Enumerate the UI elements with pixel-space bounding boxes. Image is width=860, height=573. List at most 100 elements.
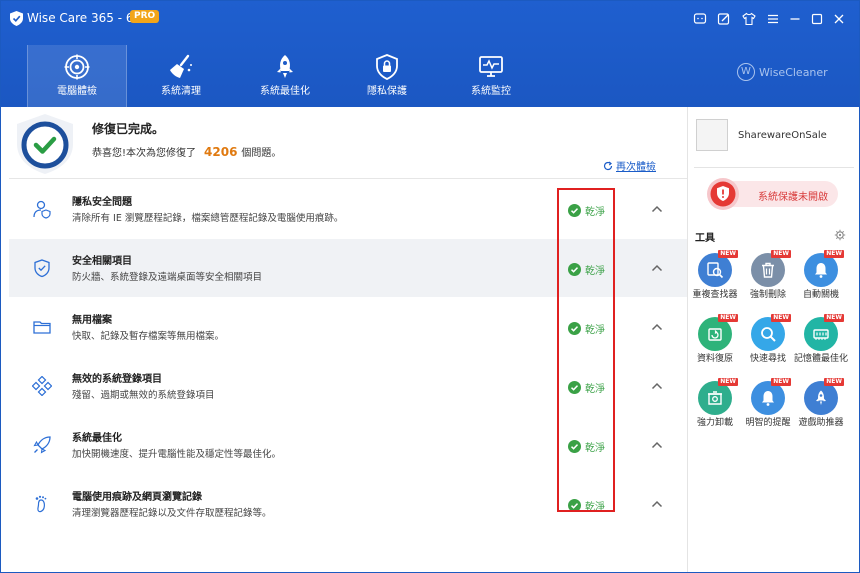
tab-privacy-protector[interactable]: 隱私保護 <box>337 45 437 107</box>
tool-label: 遊戲助推器 <box>798 418 844 428</box>
check-circle-icon <box>568 322 581 335</box>
tools-heading: 工具 <box>695 233 715 244</box>
protection-status-label: 系統保護未開啟 <box>758 192 828 203</box>
check-circle-icon <box>568 499 581 512</box>
tool-icon-circle: NEW <box>698 378 738 415</box>
duplicate-search-icon <box>707 262 724 279</box>
new-badge: NEW <box>771 314 791 322</box>
tool-wise-reminder[interactable]: NEW 明智的提醒 <box>741 378 795 429</box>
sidebar-divider <box>694 167 854 168</box>
memory-chip-icon <box>813 329 829 340</box>
chevron-up-icon[interactable] <box>650 202 664 216</box>
check-circle-icon <box>568 381 581 394</box>
chevron-up-icon[interactable] <box>650 497 664 511</box>
tool-icon-circle: NEW <box>804 250 844 287</box>
target-scan-icon <box>64 54 90 80</box>
right-sidebar: SharewareOnSale 系統保護未開啟 工具 NEW 重複查找器 NEW… <box>687 107 859 572</box>
tool-game-booster[interactable]: NEW 遊戲助推器 <box>794 378 848 429</box>
recovery-icon <box>708 328 722 341</box>
checkup-row-traces[interactable]: 電腦使用痕跡及網頁瀏覽記錄 清理瀏覽器歷程記錄以及文件存取歷程記錄等。 乾淨 <box>9 475 687 533</box>
username[interactable]: SharewareOnSale <box>738 130 827 141</box>
tool-force-deleter[interactable]: NEW 強制刪除 <box>741 250 795 301</box>
tool-icon-circle: NEW <box>698 314 738 351</box>
tool-label: 強制刪除 <box>749 290 786 300</box>
tool-label: 明智的提醒 <box>745 418 791 428</box>
search-icon <box>761 327 776 342</box>
status-label: 乾淨 <box>585 266 605 277</box>
checkup-row-junk-files[interactable]: 無用檔案 快取、記錄及暫存檔案等無用檔案。 乾淨 <box>9 298 687 356</box>
tool-label: 自動關機 <box>802 290 839 300</box>
rescan-link[interactable]: 再次體檢 <box>603 158 656 173</box>
tool-data-recovery[interactable]: NEW 資料復原 <box>688 314 742 365</box>
row-title: 安全相關項目 <box>72 256 132 267</box>
pro-badge: PRO <box>130 10 160 23</box>
chevron-up-icon[interactable] <box>650 379 664 393</box>
status-label: 乾淨 <box>585 443 605 454</box>
new-badge: NEW <box>824 378 844 386</box>
tab-label: 系統清理 <box>161 86 201 97</box>
reminder-bell-icon <box>762 391 774 406</box>
gear-icon[interactable] <box>834 229 846 241</box>
status-label: 乾淨 <box>585 325 605 336</box>
row-description: 加快開機速度、提升電腦性能及穩定性等最佳化。 <box>72 449 282 460</box>
tool-duplicate-finder[interactable]: NEW 重複查找器 <box>688 250 742 301</box>
maximize-icon[interactable] <box>809 11 825 27</box>
tool-fast-search[interactable]: NEW 快速尋找 <box>741 314 795 365</box>
checkup-row-invalid-registry[interactable]: 無效的系統登錄項目 殘留、過期或無效的系統登錄項目 乾淨 <box>9 357 687 415</box>
wisecleaner-logo-icon: W <box>737 63 755 81</box>
footprint-icon <box>35 495 47 513</box>
status-label: 乾淨 <box>585 502 605 513</box>
tool-label: 資料復原 <box>696 354 733 364</box>
row-description: 防火牆、系統登錄及遠端桌面等安全相關項目 <box>72 272 263 283</box>
refresh-icon <box>603 161 613 170</box>
row-description: 快取、記錄及暫存檔案等無用檔案。 <box>72 331 225 342</box>
new-badge: NEW <box>771 250 791 258</box>
chat-icon[interactable] <box>692 11 708 27</box>
minimize-icon[interactable] <box>787 11 803 27</box>
tab-pc-checkup[interactable]: 電腦體檢 <box>27 45 127 107</box>
row-description: 殘留、過期或無效的系統登錄項目 <box>72 390 215 401</box>
tab-system-monitor[interactable]: 系統監控 <box>441 45 541 107</box>
skin-shirt-icon[interactable] <box>741 11 757 27</box>
wisecleaner-brand: W WiseCleaner <box>737 63 828 81</box>
tool-label: 重複查找器 <box>692 290 738 300</box>
monitor-pulse-icon <box>479 56 503 77</box>
tool-icon-circle: NEW <box>698 250 738 287</box>
chevron-up-icon[interactable] <box>650 320 664 334</box>
tool-memory-optimizer[interactable]: NEW 記憶體最佳化 <box>794 314 848 365</box>
tab-label: 系統最佳化 <box>260 86 310 97</box>
check-circle-icon <box>568 440 581 453</box>
rescan-label: 再次體檢 <box>616 162 656 173</box>
tool-label: 強力卸載 <box>696 418 733 428</box>
tab-system-optimizer[interactable]: 系統最佳化 <box>235 45 335 107</box>
close-icon[interactable] <box>831 11 847 27</box>
trash-icon <box>762 262 774 278</box>
tool-icon-circle: NEW <box>751 314 791 351</box>
avatar[interactable] <box>696 119 728 151</box>
summary-prefix: 恭喜您!本次為您修復了 <box>92 148 197 159</box>
row-title: 電腦使用痕跡及網頁瀏覽記錄 <box>72 492 202 503</box>
checkup-row-security[interactable]: 安全相關項目 防火牆、系統登錄及遠端桌面等安全相關項目 乾淨 <box>9 239 687 297</box>
edit-icon[interactable] <box>716 11 732 27</box>
tool-auto-shutdown[interactable]: NEW 自動關機 <box>794 250 848 301</box>
tab-label: 系統監控 <box>471 86 511 97</box>
row-title: 系統最佳化 <box>72 433 122 444</box>
tool-icon-circle: NEW <box>804 378 844 415</box>
registry-cubes-icon <box>32 376 52 396</box>
summary-suffix: 個問題。 <box>241 148 282 159</box>
game-rocket-icon <box>816 390 826 405</box>
tool-force-uninstaller[interactable]: NEW 強力卸載 <box>688 378 742 429</box>
status-label: 乾淨 <box>585 384 605 395</box>
tab-system-cleaner[interactable]: 系統清理 <box>131 45 231 107</box>
checkup-row-privacy[interactable]: 隱私安全問題 清除所有 IE 瀏覽歷程記錄，檔案總管歷程記錄及電腦使用痕跡。 乾… <box>9 180 687 238</box>
row-description: 清除所有 IE 瀏覽歷程記錄，檔案總管歷程記錄及電腦使用痕跡。 <box>72 213 344 224</box>
menu-icon[interactable] <box>765 11 781 27</box>
title-bar: Wise Care 365 - 6.3.2 PRO <box>1 1 859 37</box>
checkup-row-system-optimization[interactable]: 系統最佳化 加快開機速度、提升電腦性能及穩定性等最佳化。 乾淨 <box>9 416 687 474</box>
chevron-up-icon[interactable] <box>650 261 664 275</box>
bell-icon <box>815 263 827 278</box>
new-badge: NEW <box>718 378 738 386</box>
chevron-up-icon[interactable] <box>650 438 664 452</box>
tool-icon-circle: NEW <box>751 378 791 415</box>
row-title: 隱私安全問題 <box>72 197 132 208</box>
